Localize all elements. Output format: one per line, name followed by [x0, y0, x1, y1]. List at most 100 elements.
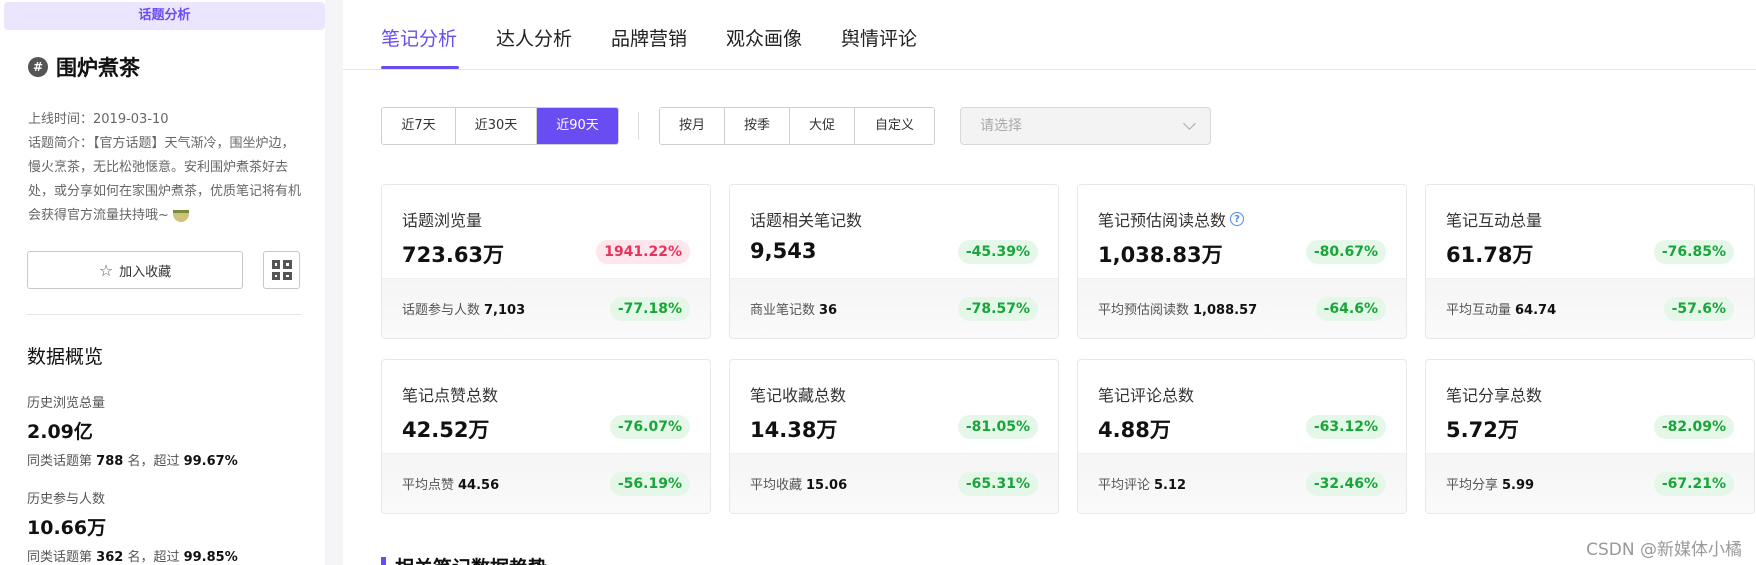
- history-participants: 历史参与人数 10.66万 同类话题第 362 名，超过 99.85%: [27, 488, 238, 565]
- metric-card: 话题相关笔记数 9,543 -45.39% 商业笔记数 36 -78.57%: [729, 184, 1059, 339]
- select-placeholder: 请选择: [980, 118, 1022, 134]
- period-quarterly[interactable]: 按季: [725, 108, 790, 144]
- range-7-days[interactable]: 近7天: [382, 108, 456, 144]
- metric-card: 笔记分享总数 5.72万 -82.09% 平均分享 5.99 -67.21%: [1425, 359, 1755, 514]
- card-change-badge: -45.39%: [957, 240, 1038, 264]
- qr-code-icon: [271, 260, 292, 280]
- footer-label: 话题参与人数 7,103: [402, 303, 526, 318]
- card-value: 723.63万: [402, 243, 505, 267]
- history-views-rank: 同类话题第 788 名，超过 99.67%: [27, 454, 238, 469]
- footer-change-badge: -78.57%: [957, 297, 1038, 321]
- footer-label: 平均点赞 44.56: [402, 478, 500, 493]
- card-footer: 平均预估阅读数 1,088.57 -64.6%: [1078, 278, 1406, 338]
- metric-card: 笔记点赞总数 42.52万 -76.07% 平均点赞 44.56 -56.19%: [381, 359, 711, 514]
- card-title: 笔记分享总数: [1446, 386, 1543, 405]
- sidebar: 话题分析 # 围炉煮茶 上线时间：2019-03-10 话题简介：【官方话题】天…: [0, 0, 325, 565]
- card-footer: 话题参与人数 7,103 -77.18%: [382, 278, 710, 338]
- card-value: 1,038.83万: [1098, 243, 1223, 267]
- add-favorite-label: 加入收藏: [119, 264, 172, 280]
- qr-code-button[interactable]: [263, 251, 300, 289]
- footer-change-badge: -77.18%: [609, 297, 690, 321]
- card-footer: 平均评论 5.12 -32.46%: [1078, 453, 1406, 513]
- data-overview-title: 数据概览: [27, 346, 104, 368]
- card-value: 61.78万: [1446, 243, 1534, 267]
- card-value: 4.88万: [1098, 418, 1171, 442]
- range-90-days[interactable]: 近90天: [537, 108, 618, 144]
- card-change-badge: -81.05%: [957, 415, 1038, 439]
- topic-name: 围炉煮茶: [56, 56, 140, 80]
- card-value: 42.52万: [402, 418, 490, 442]
- metric-card: 笔记预估阅读总数? 1,038.83万 -80.67% 平均预估阅读数 1,088…: [1077, 184, 1407, 339]
- watermark: CSDN @新媒体小橘: [1586, 540, 1742, 560]
- help-icon[interactable]: ?: [1230, 212, 1245, 226]
- metric-card: 话题浏览量 723.63万 1941.22% 话题参与人数 7,103 -77.1…: [381, 184, 711, 339]
- topic-analysis-badge: 话题分析: [4, 2, 325, 30]
- footer-change-badge: -57.6%: [1663, 297, 1734, 321]
- topic-title: # 围炉煮茶: [28, 52, 140, 82]
- card-title: 笔记收藏总数: [750, 386, 847, 405]
- card-footer: 平均互动量 64.74 -57.6%: [1426, 278, 1754, 338]
- add-favorite-button[interactable]: ☆ 加入收藏: [27, 251, 243, 289]
- tab-brand-marketing[interactable]: 品牌营销: [611, 24, 687, 51]
- tab-bar: 笔记分析 达人分析 品牌营销 观众画像 舆情评论: [343, 0, 1756, 70]
- card-value: 9,543: [750, 239, 817, 263]
- card-footer: 平均分享 5.99 -67.21%: [1426, 453, 1754, 513]
- history-participants-label: 历史参与人数: [27, 492, 106, 507]
- history-views-value: 2.09亿: [27, 421, 93, 443]
- footer-label: 平均分享 5.99: [1446, 478, 1535, 493]
- card-title: 笔记预估阅读总数?: [1098, 207, 1245, 231]
- section-accent-bar: [381, 557, 386, 565]
- history-participants-value: 10.66万: [27, 517, 107, 539]
- period-select-dropdown[interactable]: 请选择: [960, 107, 1211, 145]
- card-change-badge: -76.85%: [1653, 240, 1734, 264]
- card-change-badge: -76.07%: [609, 415, 690, 439]
- footer-label: 商业笔记数 36: [750, 303, 838, 318]
- card-title: 话题浏览量: [402, 211, 483, 230]
- history-views-label: 历史浏览总量: [27, 396, 106, 411]
- topic-intro: 话题简介：【官方话题】天气渐冷，围坐炉边，慢火烹茶，无比松弛惬意。安利围炉煮茶好…: [28, 132, 304, 228]
- tab-audience-profile[interactable]: 观众画像: [726, 24, 802, 51]
- topic-intro-text: 话题简介：【官方话题】天气渐冷，围坐炉边，慢火烹茶，无比松弛惬意。安利围炉煮茶好…: [28, 136, 302, 223]
- launch-date: 上线时间：2019-03-10: [28, 112, 169, 127]
- card-value: 14.38万: [750, 418, 838, 442]
- date-range-selector: 近7天 近30天 近90天: [381, 107, 619, 145]
- hashtag-icon: #: [28, 57, 48, 77]
- footer-label: 平均预估阅读数 1,088.57: [1098, 303, 1258, 318]
- card-change-badge: -82.09%: [1653, 415, 1734, 439]
- footer-change-badge: -32.46%: [1305, 472, 1386, 496]
- period-custom[interactable]: 自定义: [855, 108, 934, 144]
- period-monthly[interactable]: 按月: [660, 108, 725, 144]
- card-change-badge: -80.67%: [1305, 240, 1386, 264]
- footer-label: 平均互动量 64.74: [1446, 303, 1557, 318]
- metric-card: 笔记收藏总数 14.38万 -81.05% 平均收藏 15.06 -65.31%: [729, 359, 1059, 514]
- card-footer: 平均点赞 44.56 -56.19%: [382, 453, 710, 513]
- range-30-days[interactable]: 近30天: [456, 108, 537, 144]
- footer-change-badge: -64.6%: [1315, 297, 1386, 321]
- metric-card: 笔记评论总数 4.88万 -63.12% 平均评论 5.12 -32.46%: [1077, 359, 1407, 514]
- card-title: 笔记点赞总数: [402, 386, 499, 405]
- chevron-down-icon: [1183, 117, 1196, 130]
- period-promotion[interactable]: 大促: [790, 108, 855, 144]
- card-footer: 商业笔记数 36 -78.57%: [730, 278, 1058, 338]
- tab-influencer-analysis[interactable]: 达人分析: [496, 24, 572, 51]
- section-title: 相关笔记数据趋势: [395, 553, 547, 565]
- history-participants-rank: 同类话题第 362 名，超过 99.85%: [27, 550, 238, 565]
- footer-change-badge: -56.19%: [609, 472, 690, 496]
- divider: [27, 314, 301, 315]
- footer-label: 平均评论 5.12: [1098, 478, 1187, 493]
- card-title: 笔记评论总数: [1098, 386, 1195, 405]
- tab-public-opinion[interactable]: 舆情评论: [841, 24, 917, 51]
- active-tab-indicator: [381, 66, 459, 69]
- card-footer: 平均收藏 15.06 -65.31%: [730, 453, 1058, 513]
- main-panel: 笔记分析 达人分析 品牌营销 观众画像 舆情评论 近7天 近30天 近90天 按…: [343, 0, 1756, 565]
- footer-change-badge: -65.31%: [957, 472, 1038, 496]
- filter-separator: [638, 112, 639, 140]
- period-selector: 按月 按季 大促 自定义: [659, 107, 935, 145]
- metric-card: 笔记互动总量 61.78万 -76.85% 平均互动量 64.74 -57.6%: [1425, 184, 1755, 339]
- tab-note-analysis[interactable]: 笔记分析: [381, 24, 457, 51]
- star-icon: ☆: [98, 260, 114, 280]
- card-change-badge: 1941.22%: [596, 240, 690, 264]
- card-value: 5.72万: [1446, 418, 1519, 442]
- history-views: 历史浏览总量 2.09亿 同类话题第 788 名，超过 99.67%: [27, 392, 238, 469]
- card-change-badge: -63.12%: [1305, 415, 1386, 439]
